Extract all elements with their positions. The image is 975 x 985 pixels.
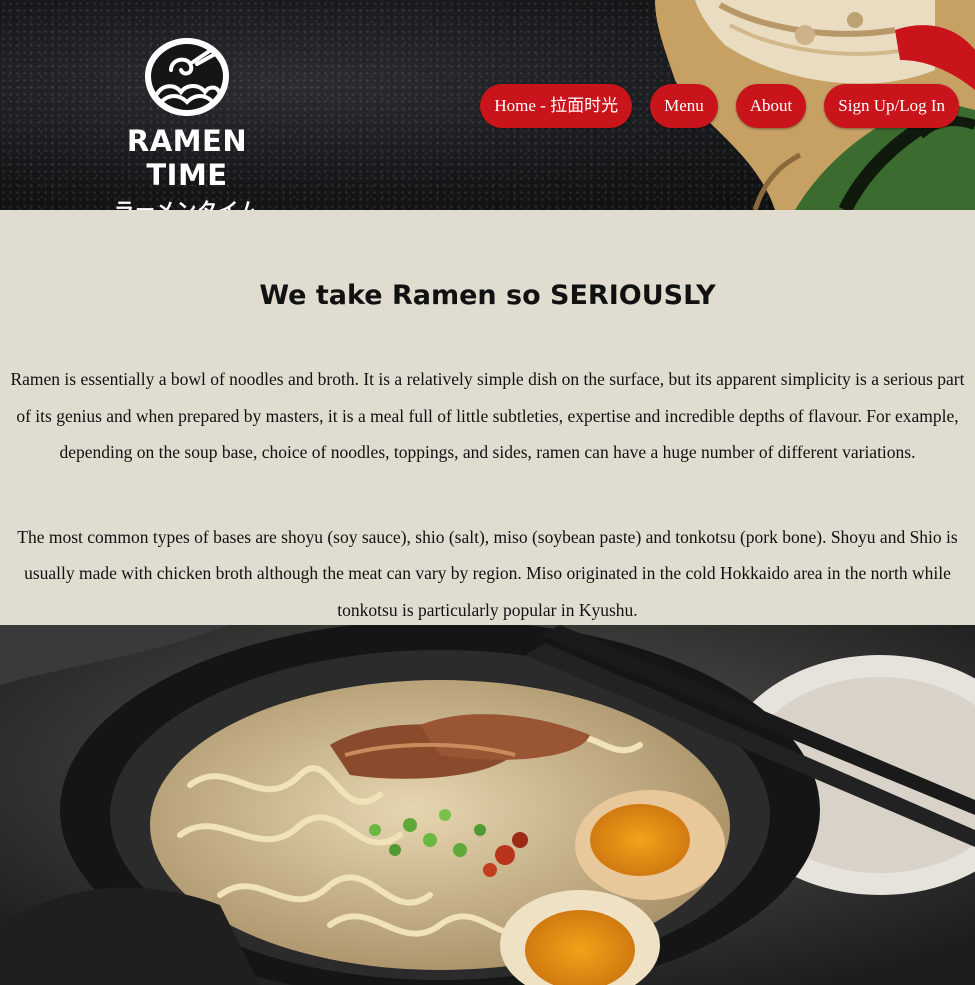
nav-home-button[interactable]: Home - 拉面时光	[480, 84, 633, 128]
nav-menu-button[interactable]: Menu	[650, 84, 718, 128]
nav-signup-login-button[interactable]: Sign Up/Log In	[824, 84, 959, 128]
nav-about-button[interactable]: About	[735, 84, 807, 128]
brand-subtitle: ラーメンタイム	[114, 198, 260, 210]
main-navigation: Home - 拉面时光 Menu About Sign Up/Log In	[480, 84, 959, 128]
section-heading: We take Ramen so SERIOUSLY	[259, 280, 716, 311]
intro-paragraph: Ramen is essentially a bowl of noodles a…	[10, 369, 965, 462]
brand-logo[interactable]: RAMEN TIME ラーメンタイム	[82, 34, 292, 210]
bases-paragraph: The most common types of bases are shoyu…	[17, 526, 958, 620]
site-header: RAMEN TIME ラーメンタイム Home - 拉面时光 Menu Abou…	[0, 0, 975, 210]
ramen-bowl-image	[0, 625, 975, 985]
ramen-photo	[0, 625, 975, 985]
intro-section: We take Ramen so SERIOUSLY Ramen is esse…	[0, 210, 975, 625]
brand-name: RAMEN TIME	[126, 124, 248, 192]
ramen-bowl-icon	[145, 38, 229, 116]
